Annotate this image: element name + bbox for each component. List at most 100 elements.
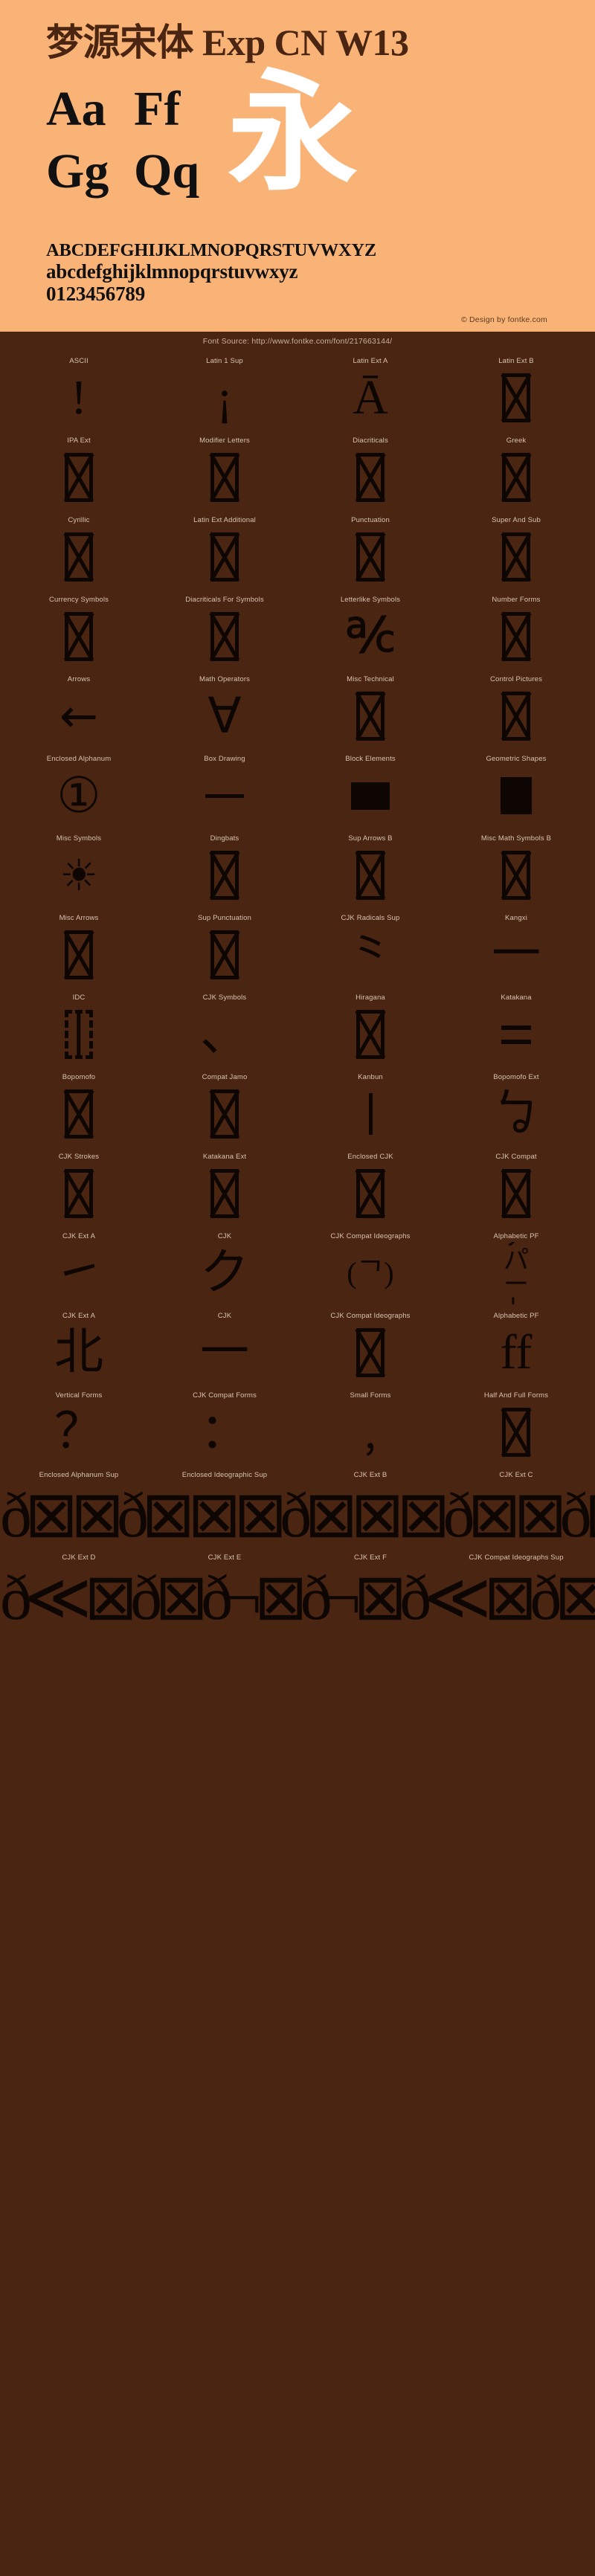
glyph-character: ク [200, 1246, 249, 1301]
design-credit: © Design by fontke.com [460, 315, 547, 325]
block-glyph-sample: ﹐ [298, 1401, 443, 1464]
notdef-box-icon [356, 1169, 385, 1219]
sun-icon: ☀ [60, 850, 98, 901]
unicode-block-label: Sup Punctuation [198, 914, 251, 923]
arrow-left-icon: ← [60, 689, 98, 744]
sample-letter-aa: Aa [46, 81, 106, 136]
unicode-block-cell: CJK Ext A 北 [6, 1307, 152, 1387]
notdef-box-icon [502, 612, 530, 662]
unicode-block-cell: Punctuation [298, 512, 443, 591]
notdef-box-icon [210, 930, 239, 980]
unicode-block-cell: Currency Symbols [6, 591, 152, 671]
unicode-block-label: CJK Compat [495, 1153, 537, 1162]
unicode-block-label: Misc Arrows [59, 914, 99, 923]
unicode-block-cell: IPA Ext [6, 432, 152, 512]
unicode-block-label: Modifier Letters [199, 437, 250, 445]
block-glyph-sample: 一 [152, 1321, 298, 1384]
unicode-block-label: Kanbun [358, 1073, 383, 1082]
unicode-block-cell: Sup Punctuation [152, 909, 298, 989]
block-glyph-sample [6, 924, 152, 986]
block-glyph-sample: Ā [298, 367, 443, 429]
block-glyph-sample [6, 446, 152, 509]
unicode-block-label: CJK Ext D [62, 1553, 96, 1562]
block-glyph-sample [152, 1083, 298, 1145]
unicode-block-cell: Kanbun [298, 1069, 443, 1148]
notdef-box-icon [65, 612, 93, 662]
glyph-character: 一 [200, 1325, 249, 1380]
notdef-box-icon [356, 851, 385, 901]
unicode-block-cell: Misc Symbols ☀ [6, 830, 152, 909]
notdef-box-icon [65, 1169, 93, 1219]
block-glyph-sample: ← [6, 685, 152, 747]
unicode-block-label: CJK Symbols [202, 994, 247, 1002]
unicode-block-label: Alphabetic PF [493, 1232, 539, 1241]
unicode-block-cell: Small Forms ﹐ [298, 1387, 443, 1466]
notdef-box-icon [65, 1089, 93, 1139]
unicode-block-cell: Control Pictures [443, 671, 589, 750]
block-glyph-sample [298, 1003, 443, 1066]
specimen-header: 梦源宋体 Exp CN W13 Aa Gg Ff Qq 永 ABCDEFGHIJ… [0, 0, 595, 332]
block-glyph-sample [6, 605, 152, 668]
unicode-block-label: Enclosed Ideographic Sup [181, 1471, 268, 1480]
block-glyph-sample [443, 605, 589, 668]
sample-letter-ff: Ff [134, 81, 181, 136]
unicode-block-label: Super And Sub [492, 516, 541, 525]
notdef-box-icon [502, 1408, 530, 1458]
glyph-character: 、 [200, 1007, 249, 1062]
block-glyph-sample: ク [152, 1242, 298, 1304]
block-glyph-sample [443, 764, 589, 827]
unicode-block-label: CJK Ext F [353, 1553, 387, 1562]
block-glyph-sample: ∀ [152, 685, 298, 747]
block-glyph-sample: ☀ [6, 844, 152, 907]
block-glyph-sample: ! [6, 367, 152, 429]
unicode-block-label: ASCII [69, 357, 89, 366]
block-glyph-sample [443, 446, 589, 509]
unicode-block-cell: Box Drawing [152, 750, 298, 830]
unicode-block-cell: Diacriticals [298, 432, 443, 512]
block-glyph-sample [443, 844, 589, 907]
notdef-box-icon [356, 692, 385, 741]
glyph-character: ⼀ [492, 927, 541, 982]
vertical-stroke-icon [368, 1093, 373, 1136]
glyph-character: ff [500, 1325, 533, 1380]
unicode-block-cell: Bopomofo Ext ㆠ [443, 1069, 589, 1148]
block-glyph-sample [443, 1162, 589, 1225]
block-glyph-sample [152, 526, 298, 588]
glyph-run: ð⊠⊠ð⊠⊠⊠ð⊠⊠⊠ð⊠⊠ð⊠⊠ð⊠⊠⊠ð⊠⊠⊠ð⊠⊠ [0, 1481, 595, 1550]
glyph-run: ð≪⊠ð⊠ð¬⊠ð¬⊠ð≪⊠ð⊠ð¬⊠ð¬⊠ [0, 1563, 595, 1632]
unicode-block-cell: Letterlike Symbols ℀ [298, 591, 443, 671]
block-glyph-sample: ¡ [152, 367, 298, 429]
unicode-block-cell: Sup Arrows B [298, 830, 443, 909]
unicode-block-cell: CJK Strokes [6, 1148, 152, 1228]
unicode-block-cell: Geometric Shapes [443, 750, 589, 830]
sample-cjk-yong: 永 [228, 61, 358, 206]
wide-panels-section: Enclosed Alphanum Sup Enclosed Ideographi… [0, 1466, 595, 1632]
unicode-block-label: Misc Symbols [56, 834, 102, 843]
unicode-block-label: Hiragana [356, 994, 385, 1002]
unicode-block-label: Latin 1 Sup [206, 357, 243, 366]
block-glyph-sample [298, 526, 443, 588]
unicode-block-cell: Latin Ext B [443, 352, 589, 432]
unicode-block-label: IDC [72, 994, 86, 1002]
unicode-block-label: Misc Math Symbols B [480, 834, 552, 843]
block-glyph-sample [6, 1003, 152, 1066]
unicode-block-cell: Greek [443, 432, 589, 512]
glyph-character: ① [57, 767, 101, 825]
unicode-block-cell: Number Forms [443, 591, 589, 671]
unicode-block-label: Enclosed Alphanum Sup [39, 1471, 119, 1480]
notdef-box-icon [210, 612, 239, 662]
alphabet-lowercase: abcdefghijklmnopqrstuvwxyz [46, 260, 298, 283]
unicode-block-cell: Diacriticals For Symbols [152, 591, 298, 671]
block-glyph-sample [443, 1003, 589, 1066]
unicode-block-label: Control Pictures [490, 675, 542, 684]
glyph-character: ℀ [345, 609, 396, 664]
alphabet-specimen: ABCDEFGHIJKLMNOPQRSTUVWXYZ abcdefghijklm… [46, 240, 549, 306]
font-source-bar: Font Source: http://www.fontke.com/font/… [0, 332, 595, 353]
block-glyph-sample [443, 526, 589, 588]
unicode-block-label: CJK Ext B [353, 1471, 387, 1480]
notdef-box-icon [356, 1328, 385, 1378]
unicode-block-cell: Vertical Forms ？ [6, 1387, 152, 1466]
unicode-block-label: Bopomofo [62, 1073, 96, 1082]
glyph-character: ∀ [208, 687, 242, 745]
unicode-block-cell: IDC [6, 989, 152, 1069]
